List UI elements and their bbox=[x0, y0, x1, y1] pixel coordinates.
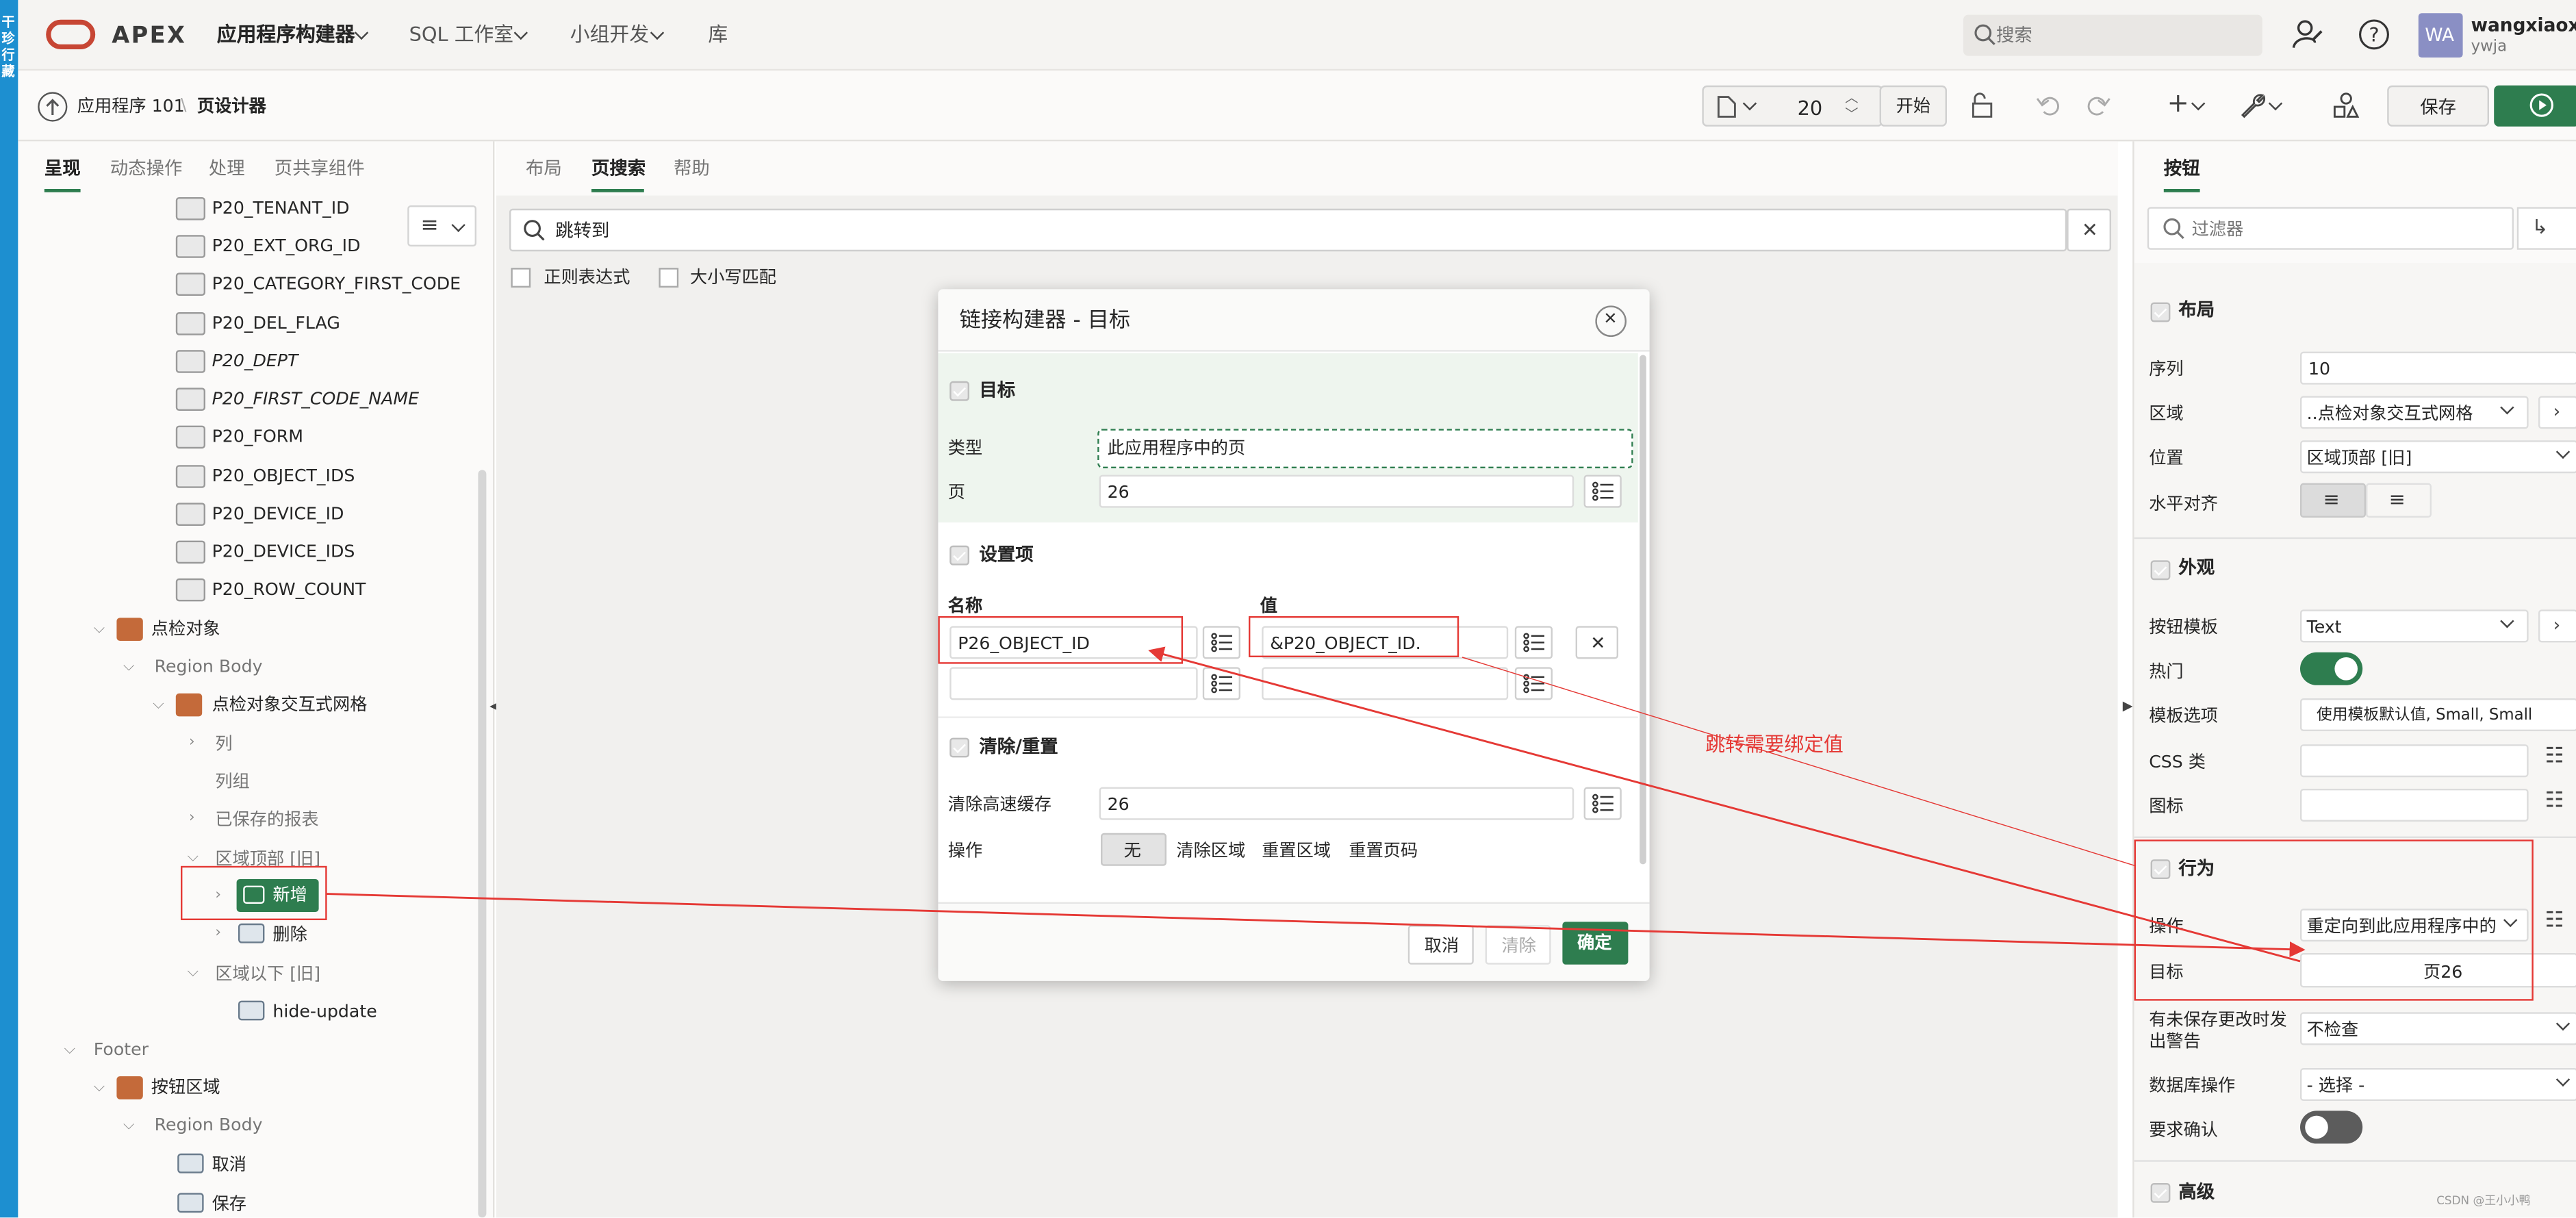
annotation-arrows bbox=[327, 646, 2306, 963]
apex-page-designer: 干 珍 行 藏 APEX 应用程序构建器 SQL 工作室 小组开发 库 搜索 ?… bbox=[0, 0, 2576, 1218]
annotation-text: 跳转需要绑定值 bbox=[1705, 733, 1844, 756]
annotation-arrow bbox=[1148, 646, 2301, 963]
annotation-arrow bbox=[327, 893, 2306, 958]
watermark: CSDN @王小小鸭 bbox=[2436, 1194, 2531, 1208]
